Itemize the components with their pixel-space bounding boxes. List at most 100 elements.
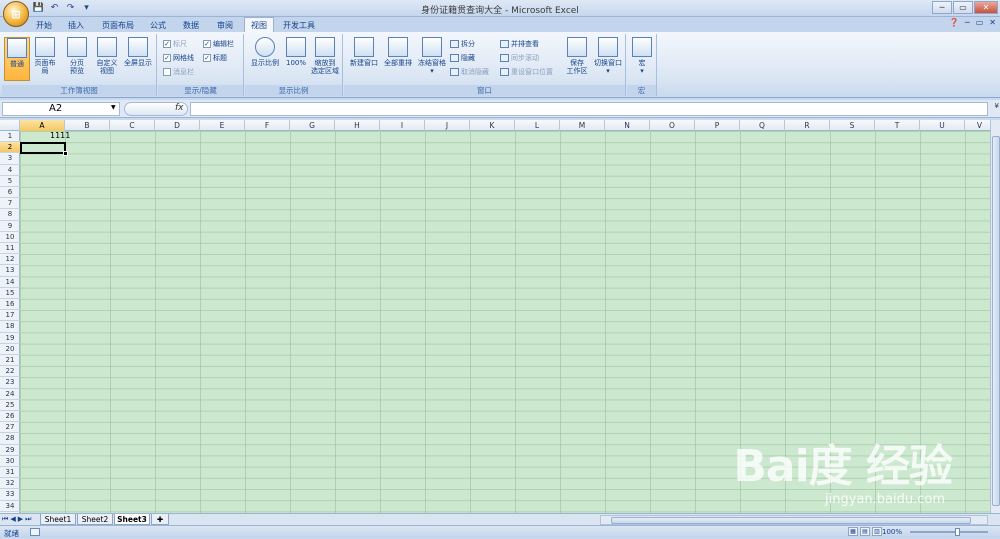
column-header-L[interactable]: L <box>515 120 560 131</box>
fill-handle[interactable] <box>63 151 68 156</box>
row-header-24[interactable]: 24 <box>0 389 20 400</box>
column-header-K[interactable]: K <box>470 120 515 131</box>
zoom-button[interactable]: 显示比例 <box>249 37 281 81</box>
column-header-H[interactable]: H <box>335 120 380 131</box>
next-sheet-icon[interactable]: ▶ <box>18 515 23 524</box>
sheet-tab-sheet1[interactable]: Sheet1 <box>40 514 76 525</box>
row-header-15[interactable]: 15 <box>0 288 20 299</box>
row-header-10[interactable]: 10 <box>0 232 20 243</box>
expand-formula-bar-icon[interactable]: ¥ <box>995 102 999 110</box>
macros-button[interactable]: 宏 ▾ <box>629 37 655 81</box>
doc-close-button[interactable]: ✕ <box>989 18 996 27</box>
horizontal-scrollbar[interactable] <box>600 515 988 525</box>
row-header-4[interactable]: 4 <box>0 165 20 176</box>
close-button[interactable]: ✕ <box>974 1 998 14</box>
tab-data[interactable]: 数据 <box>176 18 206 32</box>
row-header-27[interactable]: 27 <box>0 422 20 434</box>
column-header-D[interactable]: D <box>155 120 200 131</box>
row-header-29[interactable]: 29 <box>0 445 20 456</box>
sheet-tab-sheet2[interactable]: Sheet2 <box>77 514 113 525</box>
full-screen-button[interactable]: 全屏显示 <box>122 37 154 81</box>
row-header-20[interactable]: 20 <box>0 344 20 355</box>
row-header-25[interactable]: 25 <box>0 400 20 411</box>
column-header-U[interactable]: U <box>920 120 965 131</box>
row-header-9[interactable]: 9 <box>0 221 20 232</box>
macro-record-icon[interactable] <box>30 528 40 536</box>
page-break-view-icon[interactable]: ▥ <box>872 527 882 536</box>
column-header-G[interactable]: G <box>290 120 335 131</box>
row-header-22[interactable]: 22 <box>0 366 20 378</box>
normal-view-button[interactable]: 普通 <box>4 37 30 81</box>
headings-checkbox[interactable]: ✓ 标题 <box>203 52 227 63</box>
minimize-button[interactable]: ─ <box>932 1 952 14</box>
sheet-tab-sheet3[interactable]: Sheet3 <box>114 514 150 525</box>
office-button[interactable]: ⊞ <box>3 1 29 27</box>
row-header-17[interactable]: 17 <box>0 310 20 322</box>
cell-A1[interactable]: 1111 <box>50 131 70 140</box>
hide-button[interactable]: 隐藏 <box>450 52 475 63</box>
row-header-21[interactable]: 21 <box>0 355 20 367</box>
select-all-corner[interactable] <box>0 120 20 131</box>
formula-input[interactable] <box>190 102 988 116</box>
column-header-Q[interactable]: Q <box>740 120 785 131</box>
row-header-2[interactable]: 2 <box>0 142 20 154</box>
save-workspace-button[interactable]: 保存 工作区 <box>562 37 592 81</box>
gridlines-checkbox[interactable]: ✓ 网格线 <box>163 52 194 63</box>
doc-restore-button[interactable]: ▭ <box>976 18 984 27</box>
horizontal-scroll-thumb[interactable] <box>611 517 971 524</box>
tab-review[interactable]: 审阅 <box>210 18 240 32</box>
row-header-14[interactable]: 14 <box>0 277 20 288</box>
doc-minimize-button[interactable]: ─ <box>965 18 970 27</box>
column-header-T[interactable]: T <box>875 120 920 131</box>
column-header-P[interactable]: P <box>695 120 740 131</box>
column-header-A[interactable]: A <box>20 120 65 131</box>
column-header-J[interactable]: J <box>425 120 470 131</box>
page-layout-view-icon[interactable]: ▤ <box>860 527 870 536</box>
row-header-8[interactable]: 8 <box>0 209 20 221</box>
tab-page-layout[interactable]: 页面布局 <box>96 18 140 32</box>
name-box[interactable]: A2 <box>2 102 120 116</box>
row-header-6[interactable]: 6 <box>0 187 20 199</box>
new-window-button[interactable]: 新建窗口 <box>348 37 380 81</box>
row-header-26[interactable]: 26 <box>0 411 20 423</box>
column-header-C[interactable]: C <box>110 120 155 131</box>
arrange-all-button[interactable]: 全部重排 <box>382 37 414 81</box>
insert-function-button[interactable]: fx <box>175 103 184 113</box>
row-header-34[interactable]: 34 <box>0 501 20 512</box>
column-header-E[interactable]: E <box>200 120 245 131</box>
row-header-12[interactable]: 12 <box>0 254 20 266</box>
custom-views-button[interactable]: 自定义 视图 <box>94 37 120 81</box>
row-header-11[interactable]: 11 <box>0 243 20 255</box>
vertical-scrollbar[interactable] <box>990 120 1000 513</box>
freeze-panes-button[interactable]: 冻结窗格 ▾ <box>416 37 448 81</box>
vertical-scroll-thumb[interactable] <box>992 136 1000 506</box>
page-break-preview-button[interactable]: 分页 预览 <box>64 37 90 81</box>
first-sheet-icon[interactable]: ⏮ <box>2 515 8 524</box>
row-header-7[interactable]: 7 <box>0 198 20 210</box>
active-cell-A2[interactable] <box>20 142 68 156</box>
column-header-O[interactable]: O <box>650 120 695 131</box>
tab-developer[interactable]: 开发工具 <box>278 18 320 32</box>
row-header-13[interactable]: 13 <box>0 265 20 277</box>
column-header-I[interactable]: I <box>380 120 425 131</box>
zoom-100-button[interactable]: 100% <box>283 37 309 81</box>
row-header-23[interactable]: 23 <box>0 377 20 389</box>
tab-home[interactable]: 开始 <box>30 18 58 32</box>
view-side-by-side-button[interactable]: 并排查看 <box>500 38 539 49</box>
row-header-28[interactable]: 28 <box>0 433 20 445</box>
column-header-S[interactable]: S <box>830 120 875 131</box>
normal-view-icon[interactable]: ▦ <box>848 527 858 536</box>
switch-windows-button[interactable]: 切换窗口 ▾ <box>592 37 624 81</box>
insert-sheet-icon[interactable]: ✚ <box>151 514 169 525</box>
row-header-33[interactable]: 33 <box>0 489 20 501</box>
name-box-dropdown-icon[interactable]: ▼ <box>111 104 116 111</box>
page-layout-view-button[interactable]: 页面布局 <box>32 37 58 81</box>
tab-insert[interactable]: 插入 <box>62 18 90 32</box>
zoom-slider[interactable] <box>910 528 988 536</box>
maximize-button[interactable]: ▭ <box>953 1 973 14</box>
row-header-3[interactable]: 3 <box>0 153 20 165</box>
formula-bar-checkbox[interactable]: ✓ 编辑栏 <box>203 38 234 49</box>
tab-view[interactable]: 视图 <box>244 17 274 32</box>
row-header-5[interactable]: 5 <box>0 176 20 187</box>
row-header-31[interactable]: 31 <box>0 467 20 479</box>
